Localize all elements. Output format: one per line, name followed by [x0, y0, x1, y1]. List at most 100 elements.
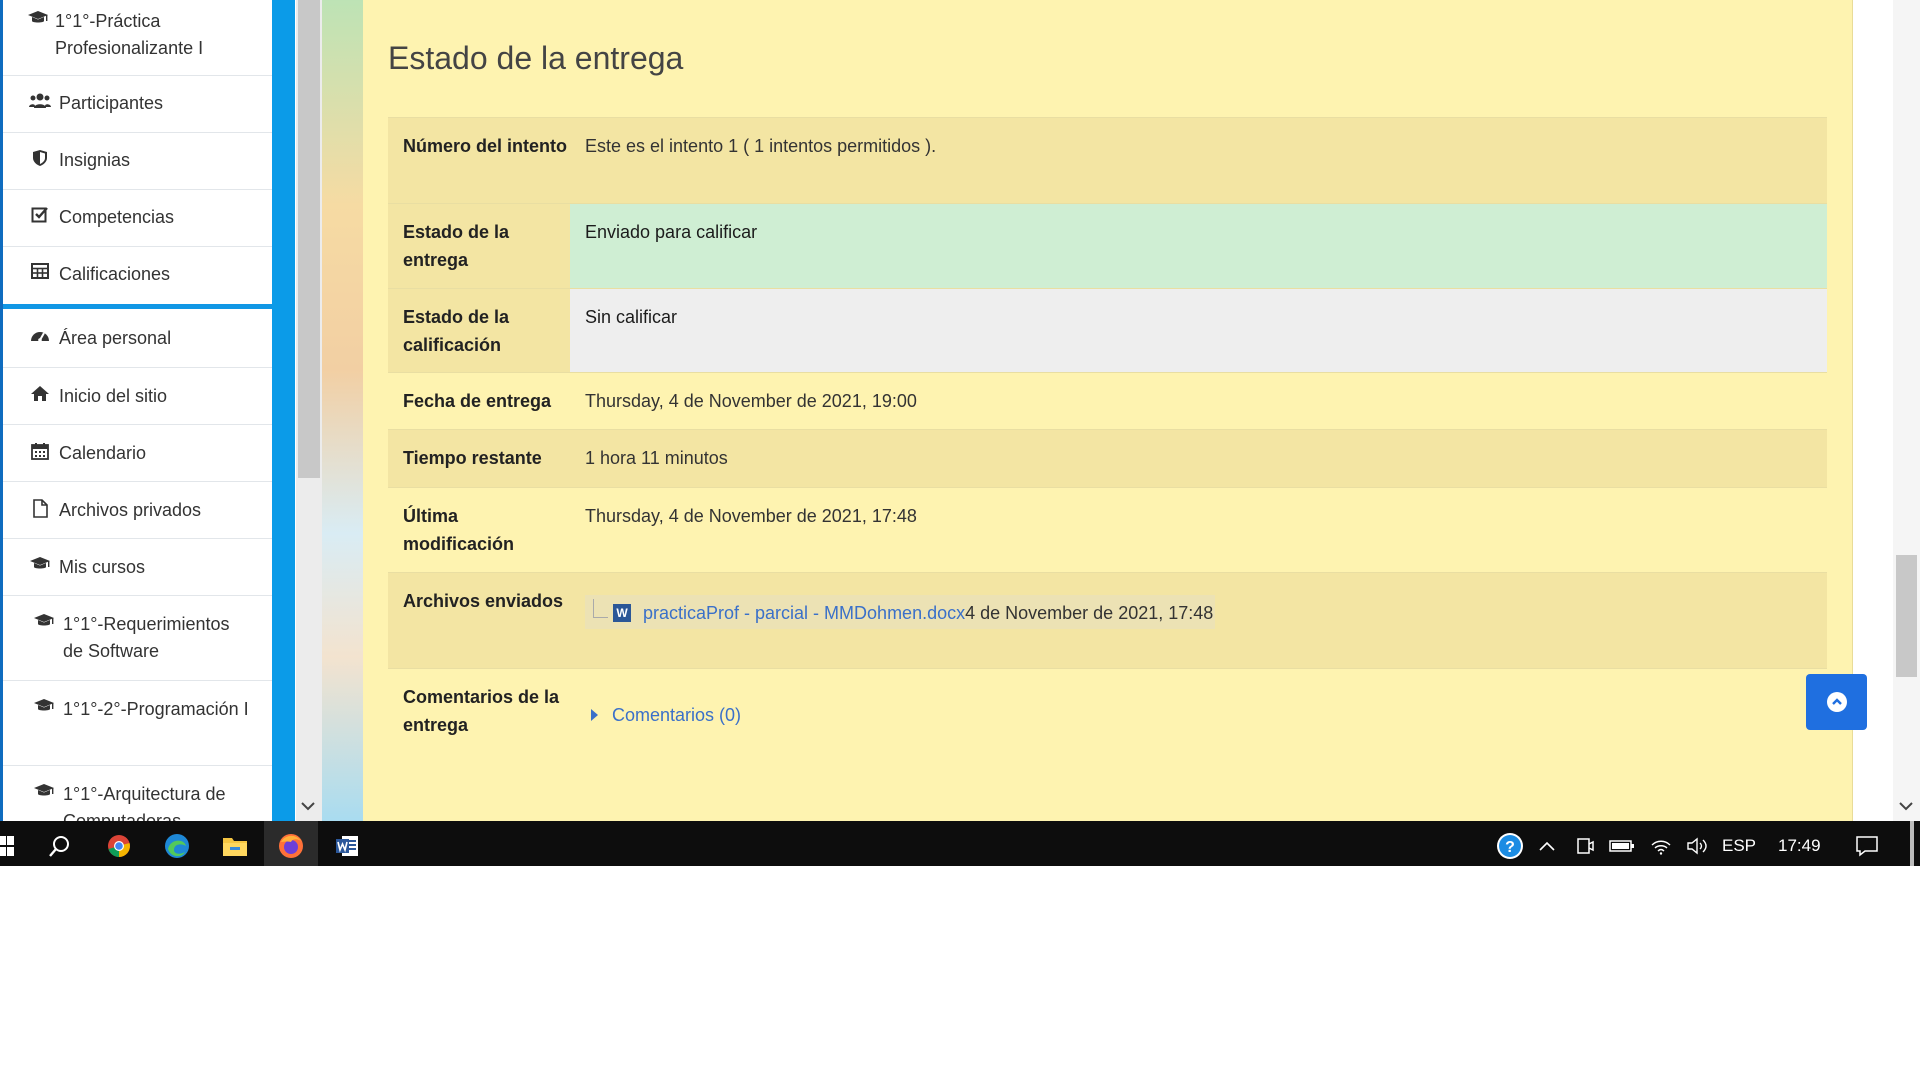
comments-toggle-link[interactable]: Comentarios (0): [585, 701, 741, 729]
windows-start-icon[interactable]: [0, 821, 14, 866]
sidebar-item-label: 1°1°-Arquitectura de Computadoras: [63, 784, 226, 821]
sidebar-item-label: 1°1°-2°-Programación I: [63, 699, 249, 719]
file-entry: W practicaProf - parcial - MMDohmen.docx…: [585, 595, 1216, 629]
system-clock[interactable]: 17:49: [1778, 821, 1821, 866]
svg-text:?: ?: [1505, 839, 1515, 856]
word-icon[interactable]: [324, 821, 370, 866]
sidebar-item-archivos-privados[interactable]: Archivos privados: [3, 482, 272, 539]
input-language-indicator[interactable]: ESP: [1722, 821, 1756, 866]
graduation-cap-icon: [31, 613, 57, 629]
wifi-icon[interactable]: [1644, 821, 1678, 866]
comments-value: Comentarios (0): [570, 669, 1827, 768]
windows-taskbar: ? ESP 17:49: [0, 821, 1920, 866]
chevron-up-icon: [1826, 692, 1847, 712]
sidebar-scrollbar-thumb[interactable]: [298, 0, 320, 478]
page-scrollbar-thumb[interactable]: [1896, 555, 1917, 677]
table-row: Estado de la entrega Enviado para califi…: [388, 203, 1827, 288]
word-document-icon: W: [613, 604, 631, 622]
attempt-number-value: Este es el intento 1 ( 1 intentos permit…: [585, 136, 937, 156]
table-row: Fecha de entrega Thursday, 4 de November…: [388, 372, 1827, 429]
sidebar-item-inicio-del-sitio[interactable]: Inicio del sitio: [3, 368, 272, 425]
dashboard-icon: [27, 327, 53, 343]
row-label: Fecha de entrega: [403, 391, 552, 411]
scroll-down-arrow-icon[interactable]: [1899, 798, 1913, 815]
back-to-top-button[interactable]: [1806, 674, 1867, 730]
due-date-value: Thursday, 4 de November de 2021, 19:00: [585, 391, 917, 411]
meet-now-icon[interactable]: [1570, 821, 1600, 866]
graduation-cap-icon: [31, 698, 57, 714]
sidebar-item-programacion-i[interactable]: 1°1°-2°-Programación I: [3, 681, 272, 766]
sidebar-item-label: Competencias: [59, 207, 175, 227]
sidebar-item-label: Inicio del sitio: [59, 386, 168, 406]
chrome-icon[interactable]: [98, 821, 140, 866]
sidebar-item-label: Archivos privados: [59, 500, 202, 520]
screen: 1°1°-Práctica Profesionalizante I Partic…: [0, 0, 1920, 866]
table-row: Archivos enviados W practicaProf - parci…: [388, 572, 1827, 668]
file-link[interactable]: practicaProf - parcial - MMDohmen.docx: [643, 599, 965, 627]
file-date: 4 de November de 2021, 17:48: [965, 603, 1214, 623]
action-center-icon[interactable]: [1844, 821, 1890, 866]
sidebar-item-requerimientos-de-software[interactable]: 1°1°-Requerimientos de Software: [3, 596, 272, 681]
page-background-image: [322, 0, 363, 821]
sidebar-item-label: Área personal: [59, 328, 172, 348]
sidebar-item-arquitectura-de-computadoras[interactable]: 1°1°-Arquitectura de Computadoras: [3, 766, 272, 821]
table-row: Última modificación Thursday, 4 de Novem…: [388, 487, 1827, 572]
page-scrollbar[interactable]: [1893, 0, 1920, 821]
sidebar-nav: 1°1°-Práctica Profesionalizante I Partic…: [0, 0, 272, 821]
sidebar-item-calendario[interactable]: Calendario: [3, 425, 272, 482]
firefox-icon[interactable]: [264, 821, 318, 866]
row-label: Comentarios de la entrega: [403, 687, 560, 735]
checkbox-icon: [27, 206, 53, 224]
time-remaining-value: 1 hora 11 minutos: [585, 448, 728, 468]
page-title: Estado de la entrega: [388, 40, 684, 76]
battery-icon[interactable]: [1604, 821, 1640, 866]
table-row: Comentarios de la entrega Comentarios (0…: [388, 668, 1827, 768]
sidebar-item-insignias[interactable]: Insignias: [3, 133, 272, 190]
drawer-edge: [272, 0, 295, 821]
show-desktop-button[interactable]: [1910, 821, 1914, 866]
sidebar-item-label: 1°1°-Práctica Profesionalizante I: [55, 11, 204, 58]
submission-status-value: Enviado para calificar: [570, 204, 1827, 288]
sidebar-item-label: Participantes: [59, 93, 164, 113]
table-icon: [27, 263, 53, 279]
graduation-cap-icon: [31, 783, 57, 799]
help-icon[interactable]: ?: [1490, 821, 1530, 866]
row-label: Última modificación: [403, 506, 515, 554]
row-label: Número del intento: [403, 136, 568, 156]
sidebar-item-label: Insignias: [59, 150, 131, 170]
sidebar-scrollbar[interactable]: [296, 0, 322, 821]
row-label: Estado de la entrega: [403, 222, 510, 270]
sidebar-item-practica-profesionalizante[interactable]: 1°1°-Práctica Profesionalizante I: [3, 0, 272, 76]
search-icon[interactable]: [40, 821, 80, 866]
file-icon: [27, 499, 53, 518]
edge-icon[interactable]: [154, 821, 200, 866]
sidebar-item-calificaciones[interactable]: Calificaciones: [3, 247, 272, 304]
volume-icon[interactable]: [1680, 821, 1714, 866]
graduation-cap-icon: [27, 556, 53, 572]
chevron-up-icon[interactable]: [1532, 821, 1562, 866]
home-icon: [27, 385, 53, 402]
sidebar-item-mis-cursos[interactable]: Mis cursos: [3, 539, 272, 596]
shield-icon: [27, 149, 53, 167]
row-label: Archivos enviados: [403, 591, 564, 611]
table-row: Tiempo restante 1 hora 11 minutos: [388, 429, 1827, 487]
file-explorer-icon[interactable]: [212, 821, 258, 866]
users-icon: [27, 92, 53, 110]
table-row: Estado de la calificación Sin calificar: [388, 288, 1827, 372]
sidebar-item-label: 1°1°-Requerimientos de Software: [63, 614, 230, 661]
last-modified-value: Thursday, 4 de November de 2021, 17:48: [585, 506, 917, 526]
sidebar-item-participantes[interactable]: Participantes: [3, 76, 272, 133]
table-row: Número del intento Este es el intento 1 …: [388, 117, 1827, 203]
sidebar-item-competencias[interactable]: Competencias: [3, 190, 272, 247]
tree-connector: [593, 598, 608, 618]
scroll-down-arrow-icon[interactable]: [301, 798, 315, 815]
sidebar-item-label: Calificaciones: [59, 264, 171, 284]
submission-status-region: Estado de la entrega Número del intento …: [363, 0, 1853, 821]
calendar-icon: [27, 442, 53, 460]
sidebar-item-label: Mis cursos: [59, 557, 146, 577]
comments-link-label: Comentarios (0): [612, 705, 742, 725]
grading-status-value: Sin calificar: [570, 289, 1827, 372]
row-label: Tiempo restante: [403, 448, 542, 468]
sidebar-item-label: Calendario: [59, 443, 147, 463]
sidebar-item-area-personal[interactable]: Área personal: [3, 309, 272, 368]
